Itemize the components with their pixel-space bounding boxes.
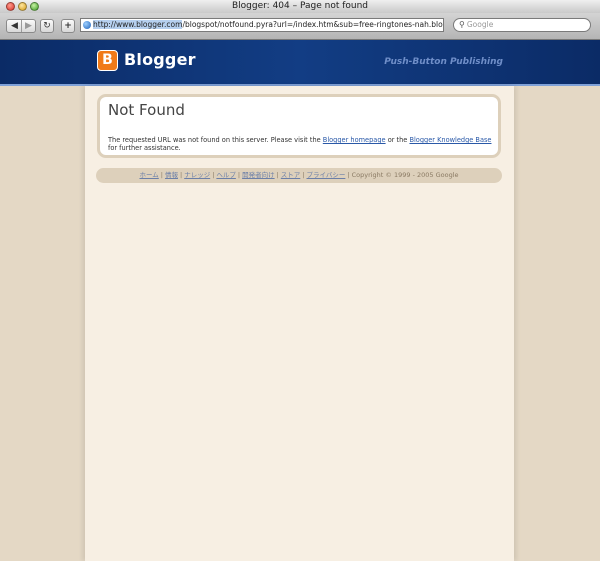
minimize-window-button[interactable] (18, 2, 27, 11)
divider: | (347, 171, 350, 179)
not-found-panel: Not Found The requested URL was not foun… (97, 94, 501, 158)
message-text: or the (385, 136, 410, 144)
footer-link-privacy[interactable]: プライバシー (307, 171, 346, 179)
close-window-button[interactable] (6, 2, 15, 11)
divider: | (237, 171, 241, 179)
url-rest: /blogspot/notfound.pyra?url=/index.htm&s… (182, 20, 443, 29)
window-title: Blogger: 404 – Page not found (231, 1, 369, 11)
message-text: for further assistance. (108, 144, 181, 153)
footer-link-developers[interactable]: 開発者向け (242, 171, 275, 179)
blogger-homepage-link[interactable]: Blogger homepage (323, 136, 386, 144)
reload-button[interactable]: ↻ (40, 19, 54, 33)
search-placeholder: Google (466, 20, 494, 29)
site-tagline: Push-Button Publishing (384, 57, 503, 67)
forward-icon[interactable]: ▶ (23, 20, 34, 32)
footer-link-store[interactable]: ストア (281, 171, 301, 179)
blogger-logo-icon[interactable]: B (97, 50, 118, 71)
knowledge-base-link[interactable]: Blogger Knowledge Base (409, 136, 491, 144)
divider: | (160, 171, 163, 179)
blogger-logo-text[interactable]: Blogger (124, 50, 196, 69)
add-bookmark-button[interactable]: + (61, 19, 75, 33)
web-page: B Blogger Push-Button Publishing Not Fou… (0, 40, 600, 561)
back-icon[interactable]: ◀ (9, 20, 20, 32)
url-highlighted: http://www.blogger.com (93, 20, 183, 29)
copyright-text: Copyright © 1999 - 2005 Google (351, 171, 459, 179)
divider: | (179, 171, 183, 179)
page-title: Not Found (108, 101, 185, 119)
divider: | (276, 171, 279, 179)
footer-link-home[interactable]: ホーム (139, 171, 158, 179)
footer-link-info[interactable]: 情報 (165, 171, 178, 179)
zoom-window-button[interactable] (30, 2, 39, 11)
globe-icon (83, 20, 91, 29)
browser-toolbar: ◀ ▶ ↻ + http://www.blogger.com/blogspot/… (0, 13, 600, 40)
divider: | (212, 171, 215, 179)
site-header: B Blogger Push-Button Publishing (0, 40, 600, 86)
site-footer: ホーム | 情報 | ナレッジ | ヘルプ | 開発者向け | ストア | プライバシー | Copyrig… (96, 168, 502, 183)
divider: | (302, 171, 305, 179)
window-titlebar: Blogger: 404 – Page not found (0, 0, 600, 14)
footer-link-help[interactable]: ヘルプ (216, 171, 236, 179)
footer-link-knowledge[interactable]: ナレッジ (184, 171, 210, 179)
search-field[interactable]: ⚲ Google (453, 18, 591, 32)
error-message: The requested URL was not found on this … (108, 136, 496, 153)
back-forward-buttons: ◀ ▶ (6, 19, 36, 33)
divider (21, 20, 22, 32)
message-text: The requested URL was not found on this … (108, 136, 323, 144)
address-field[interactable]: http://www.blogger.com/blogspot/notfound… (80, 18, 444, 32)
search-icon: ⚲ (459, 20, 465, 29)
